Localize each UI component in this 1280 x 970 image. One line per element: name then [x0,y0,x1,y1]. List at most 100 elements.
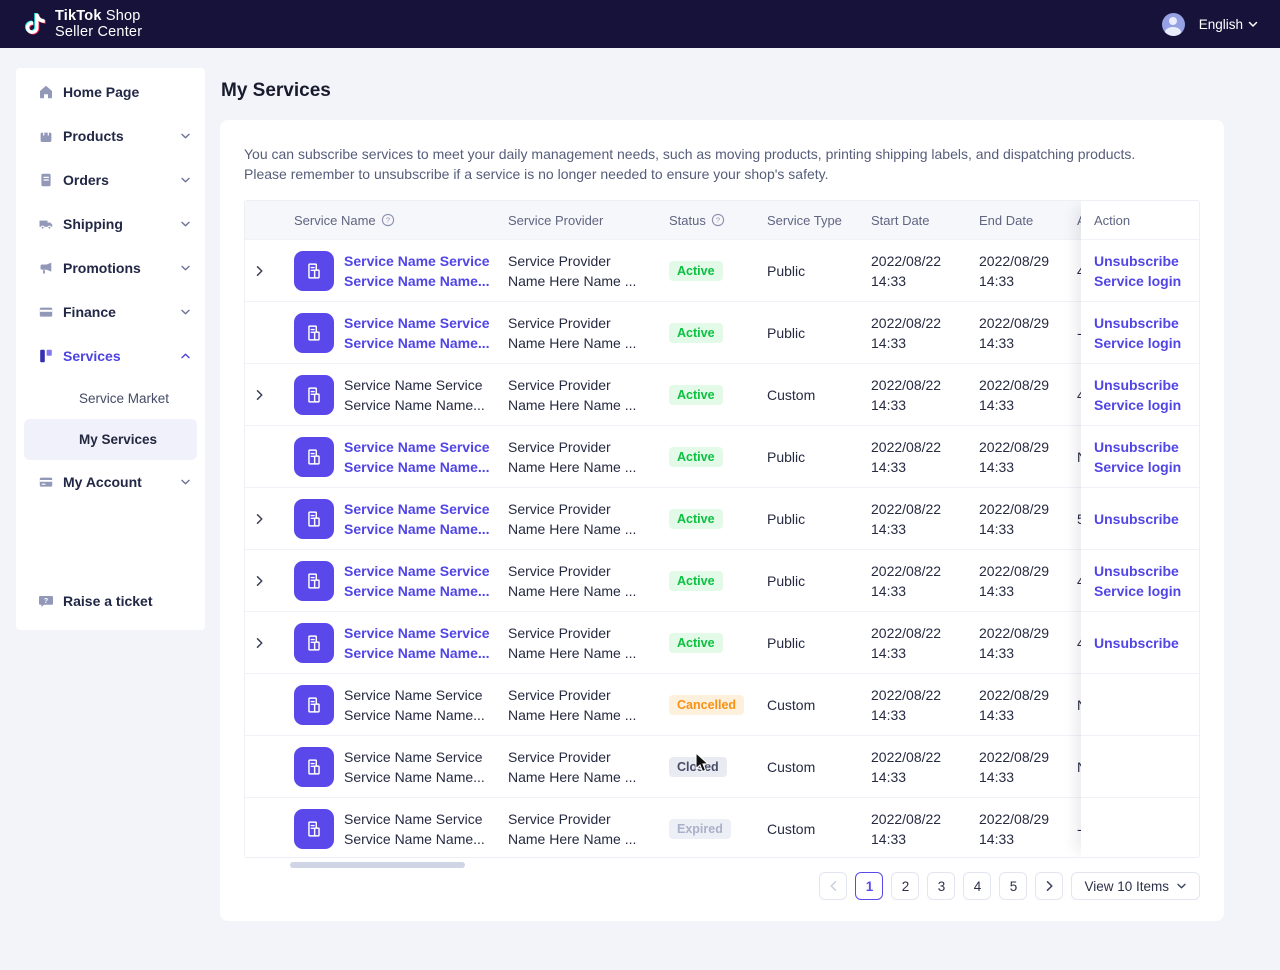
service-login-link[interactable]: Service login [1094,395,1199,415]
pagination-page-3[interactable]: 3 [927,872,955,900]
action-cell: UnsubscribeService login [1081,239,1199,301]
expand-row-button[interactable] [250,634,268,652]
user-avatar[interactable] [1162,13,1185,36]
service-login-link[interactable]: Service login [1094,333,1199,353]
col-status: Status [669,213,706,228]
sidebar-item-label: Orders [63,172,109,188]
service-name-link[interactable]: Service Name ServiceService Name Name... [344,251,490,291]
col-start-date: Start Date [871,213,930,228]
unsubscribe-link[interactable]: Unsubscribe [1094,313,1199,333]
unsubscribe-link[interactable]: Unsubscribe [1094,561,1199,581]
card-icon [38,304,54,320]
unsubscribe-link[interactable]: Unsubscribe [1094,375,1199,395]
brand-logo[interactable]: TikTok Shop Seller Center [22,8,142,40]
action-cell: UnsubscribeService login [1081,549,1199,611]
action-cell [1081,797,1199,858]
expand-row-button[interactable] [250,386,268,404]
service-name-link[interactable]: Service Name ServiceService Name Name... [344,561,490,601]
service-type-text: Public [767,449,805,465]
language-selector[interactable]: English [1199,17,1258,32]
pagination-next-button[interactable] [1035,872,1063,900]
service-building-icon [294,685,334,725]
sidebar-item-label: Services [63,348,121,364]
sidebar-item-home-page[interactable]: Home Page [16,70,205,114]
sidebar-item-raise-a-ticket[interactable]: ?Raise a ticket [16,580,205,622]
expand-row-button[interactable] [250,262,268,280]
help-icon[interactable]: ? [711,213,725,227]
col-action: Action [1081,201,1199,239]
end-date-text: 2022/08/2914:33 [979,685,1049,725]
unsubscribe-link[interactable]: Unsubscribe [1094,509,1199,529]
service-name-link: Service Name ServiceService Name Name... [344,809,485,849]
pagination-page-4[interactable]: 4 [963,872,991,900]
service-provider-text: Service ProviderName Here Name ... [508,685,636,725]
end-date-text: 2022/08/2914:33 [979,623,1049,663]
sidebar-item-finance[interactable]: Finance [16,290,205,334]
service-building-icon [294,747,334,787]
col-service-name: Service Name [294,213,376,228]
sidebar-item-services[interactable]: Services [16,334,205,378]
col-service-type: Service Type [767,213,842,228]
end-date-text: 2022/08/2914:33 [979,809,1049,849]
unsubscribe-link[interactable]: Unsubscribe [1094,633,1199,653]
table-row: Service Name ServiceService Name Name...… [245,549,1199,611]
service-login-link[interactable]: Service login [1094,581,1199,601]
top-bar: TikTok Shop Seller Center English [0,0,1280,48]
main-card: You can subscribe services to meet your … [220,120,1224,921]
horizontal-scrollbar-thumb[interactable] [290,862,465,868]
service-login-link[interactable]: Service login [1094,271,1199,291]
status-badge: Active [669,323,723,343]
service-name-link: Service Name ServiceService Name Name... [344,685,485,725]
service-name-link[interactable]: Service Name ServiceService Name Name... [344,623,490,663]
sidebar-item-my-account[interactable]: My Account [16,460,205,504]
sidebar-item-shipping[interactable]: Shipping [16,202,205,246]
sidebar: Home PageProducts Orders ShippingPromotion… [16,68,205,630]
action-cell [1081,673,1199,735]
service-building-icon [294,623,334,663]
pagination-page-2[interactable]: 2 [891,872,919,900]
chevron-down-icon [180,308,191,316]
pagination-page-5[interactable]: 5 [999,872,1027,900]
start-date-text: 2022/08/2214:33 [871,499,941,539]
sidebar-item-products[interactable]: Products [16,114,205,158]
service-building-icon [294,437,334,477]
service-login-link[interactable]: Service login [1094,457,1199,477]
service-building-icon [294,375,334,415]
brand-text: TikTok Shop Seller Center [55,8,142,40]
start-date-text: 2022/08/2214:33 [871,437,941,477]
sidebar-item-promotions[interactable]: Promotions [16,246,205,290]
help-icon[interactable]: ? [381,213,395,227]
service-type-text: Custom [767,387,815,403]
action-cell: UnsubscribeService login [1081,363,1199,425]
service-type-text: Public [767,635,805,651]
sidebar-subitem-service-market[interactable]: Service Market [24,378,197,419]
action-column-sticky: Action UnsubscribeService loginUnsubscri… [1081,201,1199,857]
expand-row-button[interactable] [250,510,268,528]
pagination-page-1[interactable]: 1 [855,872,883,900]
table-header-row: Service Name ? Service Provider Status ?… [245,201,1199,239]
service-name-link[interactable]: Service Name ServiceService Name Name... [344,499,490,539]
chevron-right-icon [1045,880,1054,892]
service-provider-text: Service ProviderName Here Name ... [508,747,636,787]
start-date-text: 2022/08/2214:33 [871,251,941,291]
account-icon [38,474,54,490]
service-name-link[interactable]: Service Name ServiceService Name Name... [344,313,490,353]
page-description: You can subscribe services to meet your … [244,145,1154,184]
sidebar-subitem-my-services[interactable]: My Services [24,419,197,460]
service-provider-text: Service ProviderName Here Name ... [508,623,636,663]
col-end-date: End Date [979,213,1033,228]
start-date-text: 2022/08/2214:33 [871,375,941,415]
service-name-link[interactable]: Service Name ServiceService Name Name... [344,437,490,477]
pagination-prev-button[interactable] [819,872,847,900]
service-type-text: Public [767,263,805,279]
unsubscribe-link[interactable]: Unsubscribe [1094,437,1199,457]
sidebar-item-orders[interactable]: Orders [16,158,205,202]
svg-text:?: ? [386,216,390,225]
unsubscribe-link[interactable]: Unsubscribe [1094,251,1199,271]
view-items-dropdown[interactable]: View 10 Items [1071,872,1200,900]
end-date-text: 2022/08/2914:33 [979,561,1049,601]
action-cell: Unsubscribe [1081,611,1199,673]
expand-row-button[interactable] [250,572,268,590]
table-row: Service Name ServiceService Name Name...… [245,425,1199,487]
status-badge: Active [669,385,723,405]
